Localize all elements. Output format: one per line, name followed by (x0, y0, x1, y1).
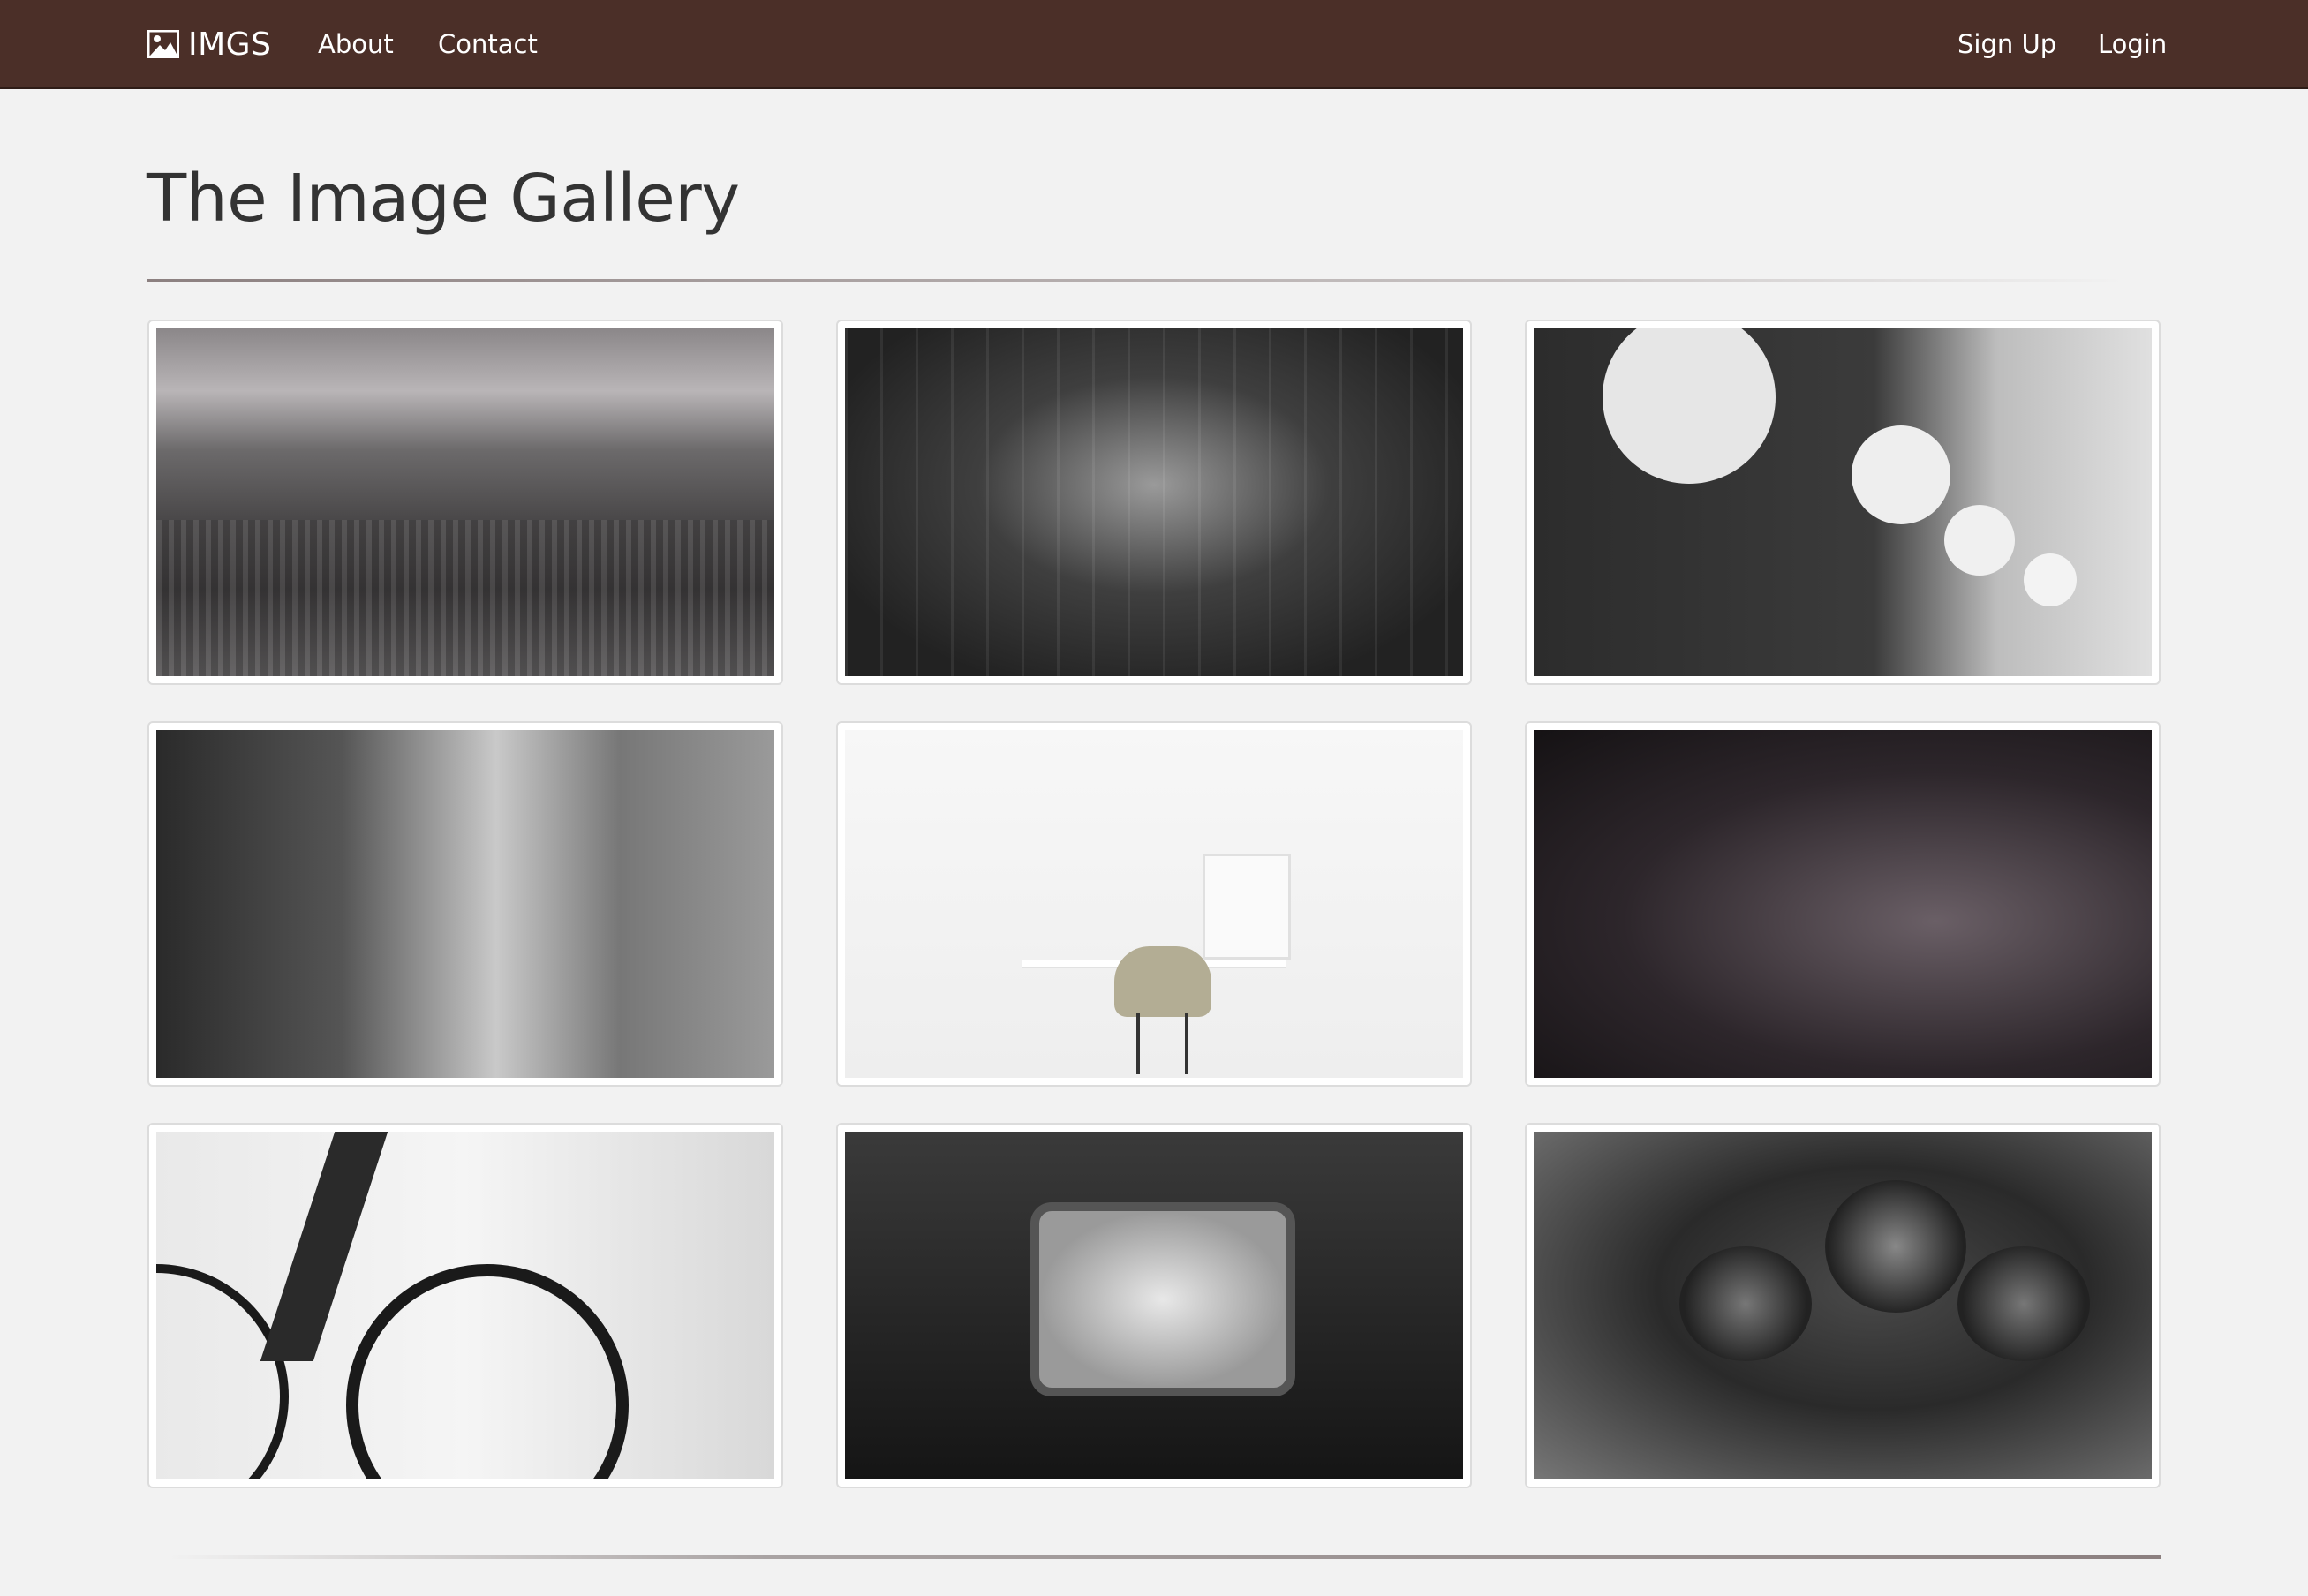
nav-link-about[interactable]: About (318, 25, 394, 64)
gallery-image (156, 328, 774, 676)
gallery-thumbnail-pendant-lamps[interactable] (1525, 320, 2161, 685)
gallery-image (845, 328, 1463, 676)
image-icon (147, 30, 179, 58)
gallery-thumbnail-dog-window[interactable] (147, 721, 783, 1087)
gallery-image (156, 1132, 774, 1479)
brand-name: IMGS (188, 26, 272, 63)
gallery-image (1534, 1132, 2152, 1479)
gallery-thumbnail-city-skyline[interactable] (147, 320, 783, 685)
gallery-image (845, 730, 1463, 1078)
brand-link[interactable]: IMGS (147, 25, 271, 64)
gallery-thumbnail-white-desk-chair[interactable] (836, 721, 1472, 1087)
gallery-image (1534, 730, 2152, 1078)
image-gallery-grid (147, 320, 2161, 1488)
top-navbar: IMGS About Contact Sign Up Login (0, 0, 2308, 89)
gallery-image (156, 730, 774, 1078)
footer-divider (168, 1555, 2161, 1559)
nav-link-sign-up[interactable]: Sign Up (1957, 25, 2056, 64)
gallery-thumbnail-train-interior[interactable] (836, 320, 1472, 685)
gallery-image (845, 1132, 1463, 1479)
title-divider (147, 279, 2125, 282)
gallery-thumbnail-train-window-snow[interactable] (836, 1123, 1472, 1488)
gallery-thumbnail-pine-cones[interactable] (1525, 1123, 2161, 1488)
gallery-thumbnail-flower-branch[interactable] (1525, 721, 2161, 1087)
gallery-thumbnail-bicycle[interactable] (147, 1123, 783, 1488)
page-title: The Image Gallery (147, 161, 740, 237)
nav-link-contact[interactable]: Contact (438, 25, 538, 64)
nav-link-login[interactable]: Login (2098, 25, 2167, 64)
gallery-image (1534, 328, 2152, 676)
